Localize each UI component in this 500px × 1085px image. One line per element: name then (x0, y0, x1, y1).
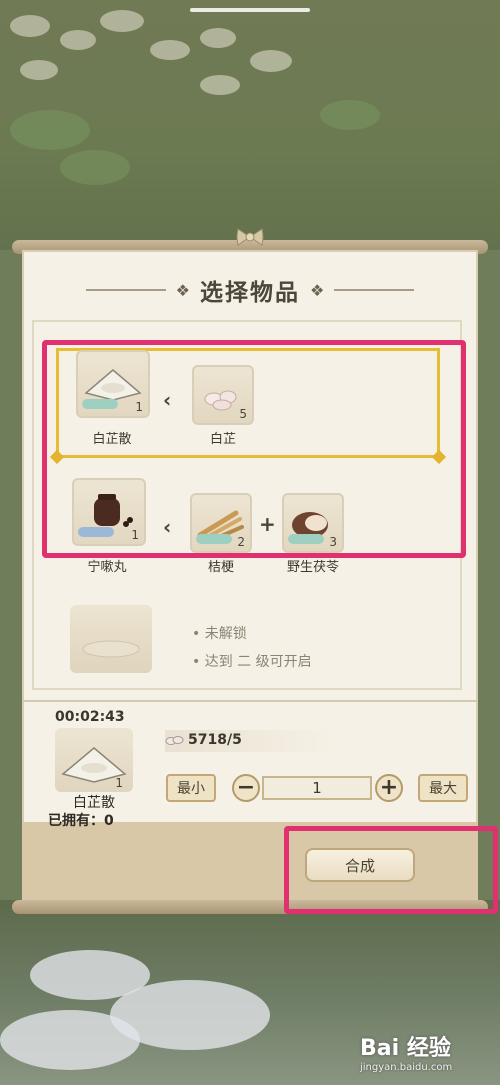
bullet-icon: • (192, 654, 205, 670)
bush (320, 100, 380, 130)
status-bar-handle (190, 8, 310, 12)
watermark-brand: Bai 经验 (360, 1036, 451, 1061)
increase-button[interactable]: + (375, 774, 403, 802)
flower-patch (10, 15, 50, 37)
ingredient-name: 桔梗 (207, 560, 234, 575)
ornament-left-icon: ❖ (175, 280, 190, 300)
title-divider-left (85, 289, 166, 291)
baidu-watermark: Bai 经验 jingyan.baidu.com (360, 1030, 480, 1078)
title-divider-right (334, 289, 415, 291)
locked-line-2: 达到 二 级可开启 (204, 654, 312, 670)
flower-patch (20, 60, 58, 80)
flower-patch (60, 30, 96, 50)
max-quantity-button[interactable]: 最大 (418, 774, 468, 802)
section-divider (22, 700, 478, 702)
selected-item-name: 白芷散 (73, 795, 115, 811)
flower-patch (200, 75, 240, 95)
min-quantity-button[interactable]: 最小 (166, 774, 216, 802)
bullet-icon: • (192, 626, 205, 642)
flower-patch (100, 10, 144, 32)
locked-line-1: 未解锁 (204, 626, 247, 642)
selected-item-count: 1 (115, 776, 123, 790)
ingredient-name: 野生茯苓 (286, 560, 339, 575)
material-cost: 5718/5 (188, 732, 242, 748)
flower-patch (250, 50, 292, 72)
unlock-requirement: • 达到 二 级可开启 (192, 651, 312, 671)
selected-item-slot: 1 (55, 728, 133, 792)
panel-header: ❖ 选择物品 ❖ (22, 270, 478, 310)
flower-patch (150, 40, 190, 60)
locked-status: • 未解锁 (192, 623, 247, 643)
decrease-button[interactable]: − (232, 774, 260, 802)
angelica-root-icon (165, 736, 184, 745)
ribbon-knot-icon (236, 228, 264, 246)
product-name: 宁嗽丸 (87, 560, 127, 575)
owned-count: 已拥有：0 (48, 813, 114, 829)
ornament-right-icon: ❖ (310, 280, 325, 300)
cloud (0, 1010, 140, 1070)
watermark-url: jingyan.baidu.com (360, 1062, 453, 1073)
bush (10, 110, 90, 150)
flower-patch (200, 28, 236, 48)
bush (60, 150, 130, 185)
empty-bowl-icon (82, 640, 140, 658)
locked-recipe-slot (70, 605, 152, 673)
craft-timer: 00:02:43 (55, 709, 125, 725)
panel-title: 选择物品 (200, 279, 300, 306)
highlight-recipe-list (42, 340, 466, 558)
highlight-craft-button (284, 826, 498, 914)
quantity-field[interactable]: 1 (262, 776, 372, 800)
